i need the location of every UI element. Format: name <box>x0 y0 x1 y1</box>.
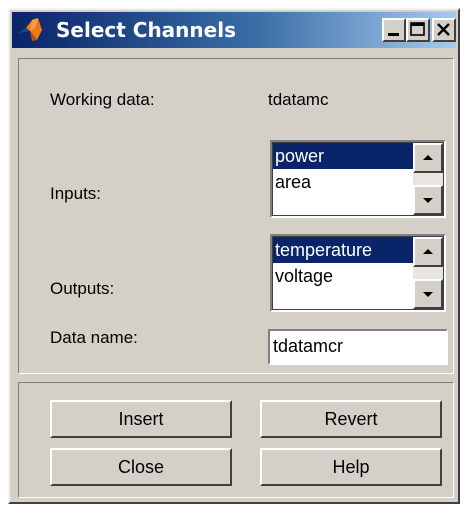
outputs-listbox[interactable]: temperature voltage <box>270 234 446 312</box>
inputs-scrollbar[interactable] <box>413 143 443 215</box>
close-button[interactable]: Close <box>50 448 232 486</box>
help-button[interactable]: Help <box>260 448 442 486</box>
inputs-scroll-up-button[interactable] <box>413 143 443 173</box>
insert-button[interactable]: Insert <box>50 400 232 438</box>
outputs-item-voltage[interactable]: voltage <box>273 263 413 289</box>
working-data-label: Working data: <box>50 90 155 109</box>
inputs-scroll-down-button[interactable] <box>413 185 443 215</box>
inputs-item-area[interactable]: area <box>273 169 413 195</box>
maximize-button[interactable] <box>406 18 430 42</box>
select-channels-window: Select Channels Working data: tdatamc In… <box>8 8 460 504</box>
inputs-listbox[interactable]: power area <box>270 140 446 218</box>
outputs-scroll-up-button[interactable] <box>413 237 443 267</box>
minimize-button[interactable] <box>382 18 406 42</box>
inputs-list: power area <box>273 143 413 195</box>
inputs-item-power[interactable]: power <box>273 143 413 169</box>
revert-button[interactable]: Revert <box>260 400 442 438</box>
data-name-input[interactable]: tdatamcr <box>268 329 448 365</box>
outputs-scrollbar[interactable] <box>413 237 443 309</box>
working-data-value: tdatamc <box>268 90 329 109</box>
outputs-scroll-down-button[interactable] <box>413 279 443 309</box>
close-window-button[interactable] <box>432 18 456 42</box>
matlab-icon <box>16 16 46 44</box>
window-title: Select Channels <box>56 18 236 42</box>
inputs-label: Inputs: <box>50 184 102 203</box>
outputs-label: Outputs: <box>50 279 115 298</box>
outputs-item-temperature[interactable]: temperature <box>273 237 413 263</box>
title-bar[interactable]: Select Channels <box>12 12 456 48</box>
outputs-list: temperature voltage <box>273 237 413 289</box>
data-name-label: Data name: <box>50 328 138 347</box>
